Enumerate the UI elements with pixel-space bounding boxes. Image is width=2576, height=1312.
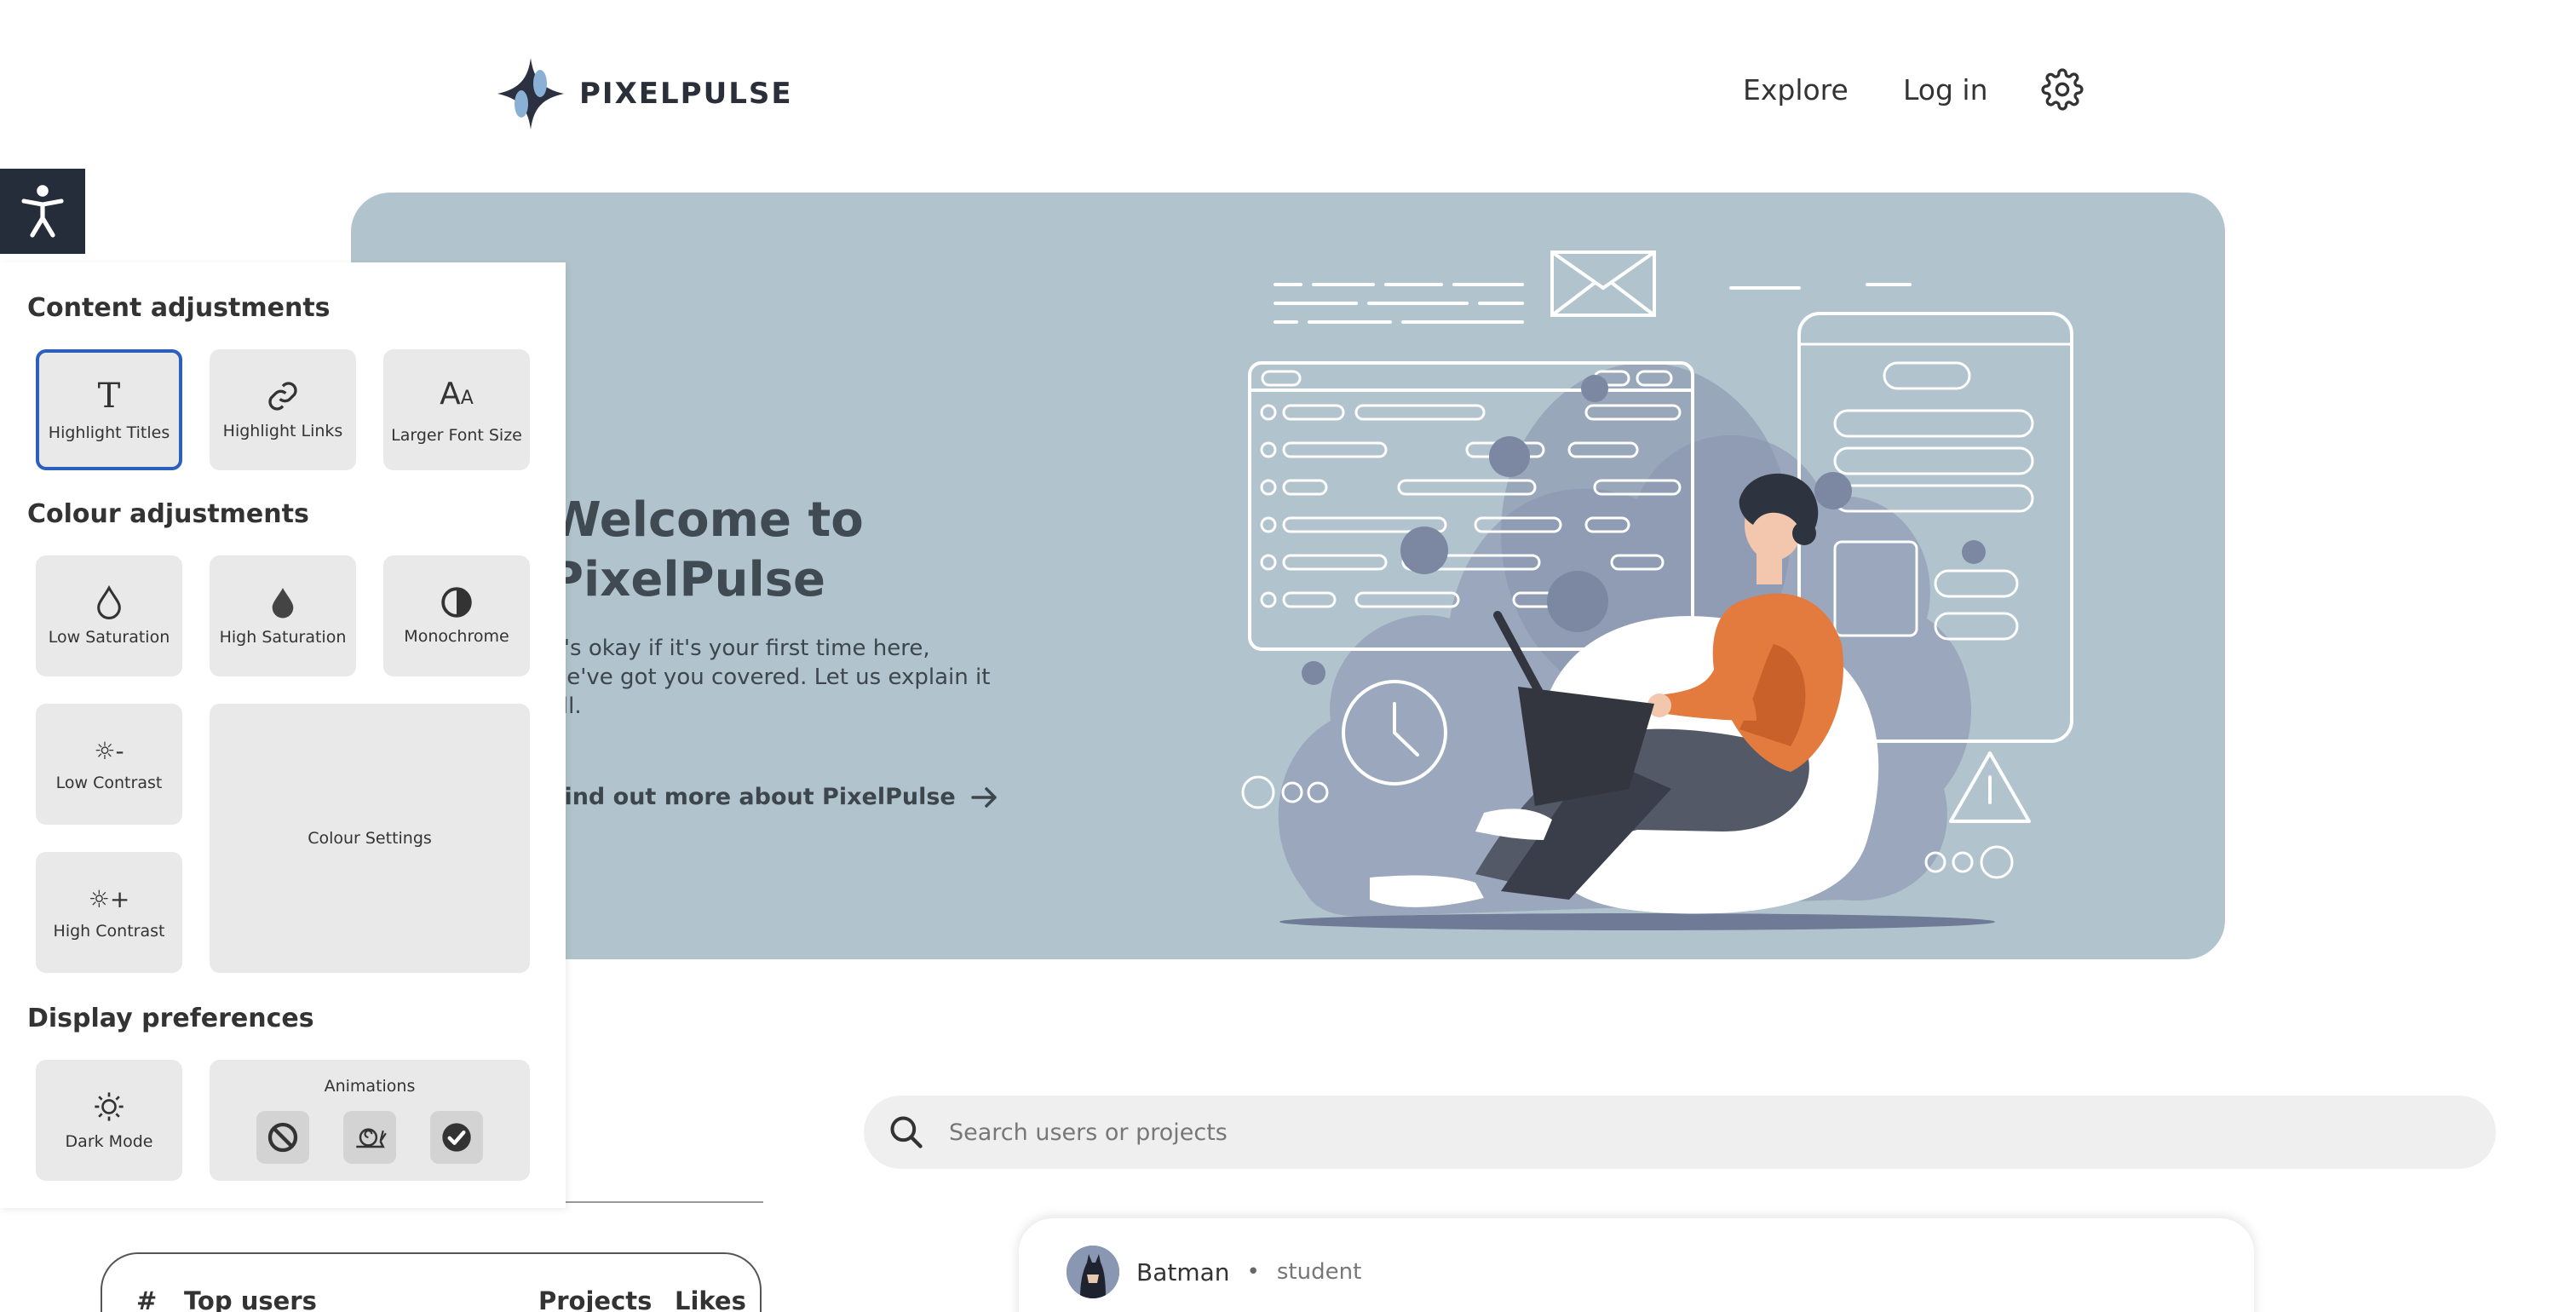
card-user-role: student — [1276, 1259, 1362, 1285]
feed-card[interactable]: Batman • student — [1019, 1218, 2254, 1312]
colour-adjustments-heading: Colour adjustments — [27, 499, 309, 529]
card-username[interactable]: Batman — [1136, 1258, 1230, 1286]
high-contrast-tile[interactable]: ☼+ High Contrast — [36, 852, 182, 973]
tile-label: Monochrome — [404, 627, 509, 646]
likes-column-header[interactable]: Likes — [675, 1286, 746, 1312]
search-input[interactable] — [949, 1119, 2397, 1146]
dark-mode-tile[interactable]: Dark Mode — [36, 1060, 182, 1181]
animations-off-button[interactable] — [256, 1111, 309, 1164]
tile-label: Highlight Titles — [48, 423, 170, 442]
animations-slow-button[interactable] — [343, 1111, 396, 1164]
low-saturation-tile[interactable]: Low Saturation — [36, 555, 182, 676]
top-users-column-header: Top users — [184, 1286, 317, 1312]
tile-label: High Contrast — [53, 921, 165, 941]
brand-name: PIXELPULSE — [579, 77, 793, 111]
nav-login-link[interactable]: Log in — [1903, 73, 1988, 106]
section-divider — [566, 1201, 763, 1203]
tile-label: Larger Font Size — [391, 425, 522, 445]
search-icon — [890, 1116, 923, 1148]
hero-link-label: Find out more about PixelPulse — [549, 784, 956, 810]
rank-column-header: # — [136, 1286, 158, 1312]
accessibility-person-icon — [21, 185, 64, 238]
larger-font-size-tile[interactable]: AA Larger Font Size — [383, 349, 530, 470]
animations-on-button[interactable] — [430, 1111, 483, 1164]
batman-avatar-icon — [1067, 1246, 1119, 1298]
tile-label: Dark Mode — [65, 1132, 153, 1151]
card-author: Batman • student — [1067, 1246, 1361, 1298]
nav-explore-link[interactable]: Explore — [1743, 73, 1849, 106]
arrow-right-icon — [970, 786, 997, 808]
tile-label: Animations — [324, 1077, 416, 1096]
content-adjustments-heading: Content adjustments — [27, 293, 331, 323]
accessibility-toggle-button[interactable] — [0, 169, 85, 254]
font-size-icon: AA — [440, 376, 474, 411]
highlight-links-tile[interactable]: Highlight Links — [210, 349, 356, 470]
accessibility-panel: Content adjustments T Highlight Titles H… — [0, 262, 566, 1208]
snail-icon — [356, 1128, 387, 1148]
projects-column-header[interactable]: Projects — [538, 1286, 652, 1312]
display-preferences-heading: Display preferences — [27, 1004, 314, 1033]
high-saturation-tile[interactable]: High Saturation — [210, 555, 356, 676]
title-t-icon: T — [97, 377, 121, 416]
sun-icon — [95, 1092, 124, 1121]
half-circle-contrast-icon — [441, 587, 472, 618]
tile-label: Colour Settings — [308, 829, 432, 848]
top-users-table: # Top users Projects Likes — [101, 1252, 762, 1312]
pixelpulse-logo-icon — [497, 58, 564, 129]
link-icon — [268, 382, 297, 411]
site-header: PIXELPULSE Explore Log in — [0, 0, 2576, 187]
tile-label: High Saturation — [219, 628, 347, 647]
droplet-filled-icon — [272, 588, 294, 619]
hero-illustration — [1241, 250, 2073, 930]
animation-options — [256, 1111, 483, 1164]
ban-icon — [267, 1122, 298, 1153]
hero-title: Welcome to PixelPulse — [549, 492, 864, 607]
hero-text: It's okay if it's your first time here, … — [549, 636, 991, 719]
check-circle-icon — [442, 1123, 471, 1152]
low-contrast-tile[interactable]: ☼- Low Contrast — [36, 704, 182, 825]
separator-dot: • — [1246, 1259, 1260, 1285]
avatar[interactable] — [1067, 1246, 1119, 1298]
settings-gear-icon[interactable] — [2041, 68, 2084, 111]
search-bar[interactable] — [864, 1096, 2496, 1169]
tile-label: Highlight Links — [222, 422, 343, 440]
hero-learn-more-link[interactable]: Find out more about PixelPulse — [549, 784, 998, 810]
droplet-outline-icon — [97, 585, 121, 619]
brand-logo[interactable]: PIXELPULSE — [497, 58, 793, 129]
hero-banner: Welcome to PixelPulse It's okay if it's … — [351, 193, 2225, 959]
colour-settings-tile[interactable]: Colour Settings — [210, 704, 530, 973]
highlight-titles-tile[interactable]: T Highlight Titles — [36, 349, 182, 470]
tile-label: Low Contrast — [55, 773, 163, 792]
animations-tile: Animations — [210, 1060, 530, 1181]
monochrome-tile[interactable]: Monochrome — [383, 555, 530, 676]
sun-plus-icon: ☼+ — [88, 884, 130, 913]
tile-label: Low Saturation — [48, 628, 170, 647]
sun-minus-icon: ☼- — [94, 736, 124, 765]
